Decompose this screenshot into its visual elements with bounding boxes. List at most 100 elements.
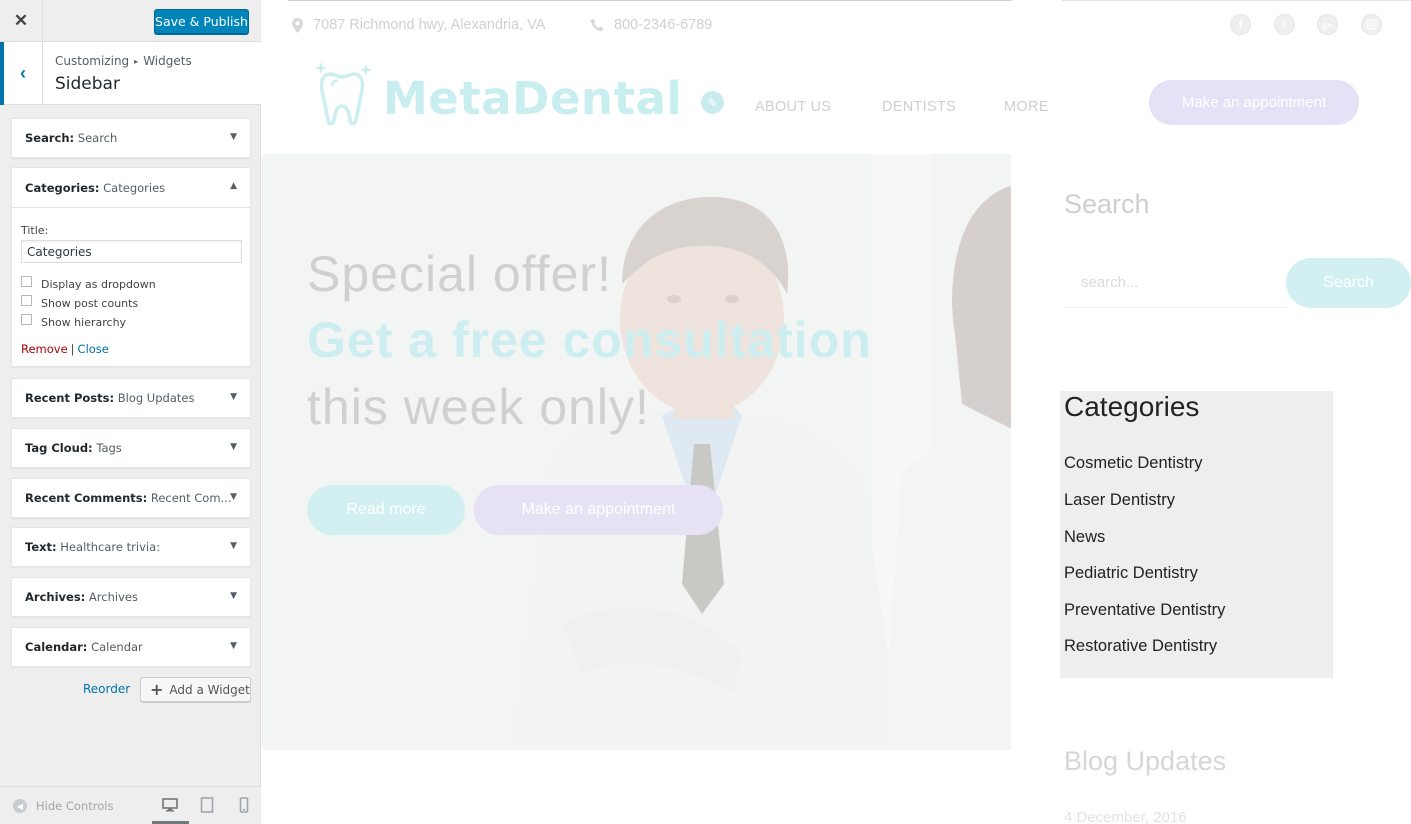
widget-type: Calendar: — [25, 640, 88, 654]
blog-post-date: 4 December, 2016 — [1064, 809, 1187, 824]
category-link[interactable]: Laser Dentistry — [1064, 491, 1175, 510]
search-button[interactable]: Search — [1286, 258, 1411, 308]
close-customizer-button[interactable]: ✕ — [0, 0, 43, 42]
chevron-left-icon: ‹ — [20, 63, 26, 83]
hero-appointment-button[interactable]: Make an appointment — [474, 485, 723, 535]
section-heading: Sidebar — [55, 74, 120, 94]
hero-heading-line3: this week only! — [307, 379, 650, 435]
title-input[interactable]: Categories — [21, 240, 242, 263]
widget-header[interactable]: Tag Cloud: Tags ▼ — [12, 429, 250, 467]
option-display-dropdown[interactable]: Display as dropdown — [21, 276, 241, 292]
widget-recent-posts[interactable]: Recent Posts: Blog Updates ▼ — [11, 378, 251, 418]
caret-up-icon[interactable]: ▲ — [230, 181, 237, 191]
widget-actions: Remove | Close — [21, 342, 241, 356]
widget-title: Search — [77, 131, 118, 145]
close-icon: ✕ — [13, 11, 29, 30]
caret-down-icon[interactable]: ▼ — [230, 591, 237, 601]
widget-header[interactable]: Text: Healthcare trivia: ▼ — [12, 528, 250, 566]
hero-banner: Special offer! Get a free consultation t… — [262, 154, 1011, 750]
site-preview: 7087 Richmond hwy, Alexandria, VA 800-23… — [262, 0, 1411, 824]
nav-about-us[interactable]: ABOUT US — [755, 99, 831, 115]
widget-title: Archives — [88, 590, 138, 604]
categories-widget: Categories Cosmetic Dentistry Laser Dent… — [1060, 391, 1333, 678]
top-bar: 7087 Richmond hwy, Alexandria, VA 800-23… — [262, 0, 1411, 52]
widget-header[interactable]: Archives: Archives ▼ — [12, 578, 250, 616]
edit-shortcut-icon[interactable]: ✎ — [701, 91, 724, 114]
facebook-icon[interactable]: f — [1230, 14, 1251, 35]
widget-header[interactable]: Search: Search ▼ — [12, 119, 250, 157]
site-logo-text[interactable]: MetaDental — [383, 72, 682, 125]
option-show-post-counts[interactable]: Show post counts — [21, 295, 241, 311]
section-title-bar: ‹ Customizing ▸ Widgets Sidebar — [0, 42, 261, 105]
category-link[interactable]: Pediatric Dentistry — [1064, 564, 1198, 583]
add-widget-label: Add a Widget — [169, 682, 250, 697]
search-input[interactable]: search... — [1064, 258, 1289, 308]
tooth-logo-icon[interactable] — [314, 62, 376, 128]
checkbox[interactable] — [21, 276, 32, 287]
caret-down-icon[interactable]: ▼ — [230, 641, 237, 651]
divider — [1062, 0, 1411, 1]
checkbox-label: Display as dropdown — [41, 278, 156, 291]
widget-text[interactable]: Text: Healthcare trivia: ▼ — [11, 527, 251, 567]
tablet-icon[interactable] — [199, 797, 215, 813]
nav-dentists[interactable]: DENTISTS — [882, 99, 956, 115]
reorder-link[interactable]: Reorder — [83, 682, 130, 696]
back-button[interactable]: ‹ — [0, 42, 43, 105]
divider — [288, 0, 1012, 1]
widget-recent-comments[interactable]: Recent Comments: Recent Com... ▼ — [11, 478, 251, 518]
widget-header[interactable]: Recent Comments: Recent Com... ▼ — [12, 479, 250, 517]
desktop-icon[interactable] — [162, 797, 178, 813]
remove-link[interactable]: Remove — [21, 342, 68, 356]
widget-title: Healthcare trivia: — [60, 540, 160, 554]
caret-down-icon[interactable]: ▼ — [230, 132, 237, 142]
widget-type: Recent Comments: — [25, 491, 148, 505]
widget-title: Categories — [103, 180, 166, 195]
breadcrumb-separator: ▸ — [134, 57, 139, 66]
widget-header[interactable]: Recent Posts: Blog Updates ▼ — [12, 379, 250, 417]
widget-title: Blog Updates — [117, 391, 195, 405]
category-link[interactable]: News — [1064, 528, 1105, 547]
widget-type: Tag Cloud: — [25, 441, 93, 455]
widget-search[interactable]: Search: Search ▼ — [11, 118, 251, 158]
caret-down-icon[interactable]: ▼ — [230, 492, 237, 502]
instagram-icon[interactable] — [1361, 14, 1382, 35]
widget-header[interactable]: Categories: Categories ▲ — [12, 168, 250, 208]
customizer-footer: ◀ Hide Controls — [0, 786, 261, 824]
hide-controls-button[interactable]: ◀ Hide Controls — [13, 799, 113, 813]
collapse-arrow-icon: ◀ — [13, 799, 27, 813]
category-link[interactable]: Restorative Dentistry — [1064, 637, 1217, 656]
read-more-button[interactable]: Read more — [307, 485, 465, 535]
category-link[interactable]: Preventative Dentistry — [1064, 601, 1225, 620]
plus-icon: + — [150, 680, 164, 699]
blog-updates-title: Blog Updates — [1064, 746, 1227, 776]
caret-down-icon[interactable]: ▼ — [230, 392, 237, 402]
option-show-hierarchy[interactable]: Show hierarchy — [21, 314, 241, 330]
twitter-icon[interactable]: t — [1274, 14, 1295, 35]
widget-header[interactable]: Calendar: Calendar ▼ — [12, 628, 250, 666]
close-link[interactable]: Close — [78, 342, 109, 356]
make-appointment-button[interactable]: Make an appointment — [1149, 80, 1359, 125]
widget-archives[interactable]: Archives: Archives ▼ — [11, 577, 251, 617]
caret-down-icon[interactable]: ▼ — [230, 442, 237, 452]
nav-more[interactable]: MORE — [1004, 99, 1049, 115]
breadcrumb-widgets: Widgets — [143, 54, 192, 68]
widget-title: Recent Com... — [150, 491, 232, 505]
checkbox[interactable] — [21, 295, 32, 306]
phone-info: 800-2346-6789 — [590, 17, 712, 33]
caret-down-icon[interactable]: ▼ — [230, 541, 237, 551]
category-link[interactable]: Cosmetic Dentistry — [1064, 454, 1202, 473]
google-plus-icon[interactable]: g+ — [1317, 14, 1338, 35]
widget-categories: Categories: Categories ▲ Title: Categori… — [11, 167, 251, 367]
widget-calendar[interactable]: Calendar: Calendar ▼ — [11, 627, 251, 667]
hero-heading-line1: Special offer! — [307, 246, 612, 302]
widget-tag-cloud[interactable]: Tag Cloud: Tags ▼ — [11, 428, 251, 468]
widget-title: Calendar — [91, 640, 143, 654]
breadcrumb: Customizing ▸ Widgets — [55, 54, 192, 68]
add-widget-button[interactable]: + Add a Widget — [140, 677, 251, 702]
preview-sidebar: Search search... Search Categories Cosme… — [1011, 154, 1411, 824]
mobile-icon[interactable] — [236, 797, 252, 813]
checkbox[interactable] — [21, 314, 32, 325]
save-publish-button[interactable]: Save & Publish — [154, 9, 249, 34]
search-widget-title: Search — [1064, 189, 1150, 219]
customizer-header: ✕ Save & Publish — [0, 0, 261, 42]
